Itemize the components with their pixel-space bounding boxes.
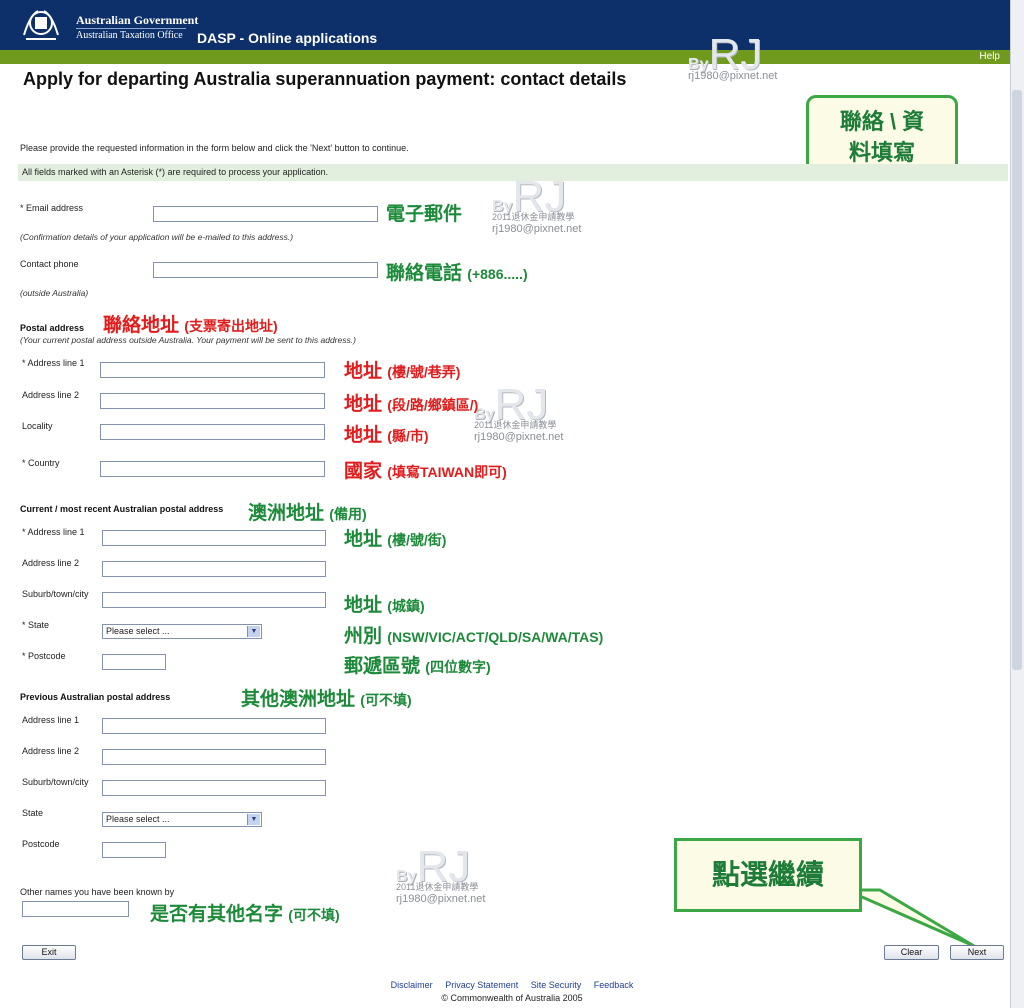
au-line1-field[interactable]	[102, 530, 326, 546]
coat-of-arms-icon	[23, 10, 59, 40]
intro-text: Please provide the requested information…	[20, 143, 409, 153]
locality-field[interactable]	[100, 424, 325, 440]
chevron-down-icon[interactable]: ▼	[247, 626, 260, 637]
au-suburb-label: Suburb/town/city	[22, 589, 89, 599]
prev-suburb-label: Suburb/town/city	[22, 777, 89, 787]
annotation-country: 國家 (填寫TAIWAN即可)	[344, 461, 507, 482]
page-title: Apply for departing Australia superannua…	[23, 69, 627, 89]
feedback-link[interactable]: Feedback	[594, 980, 634, 990]
annotation-previous-au: 其他澳洲地址 (可不填)	[241, 689, 412, 710]
privacy-link[interactable]: Privacy Statement	[445, 980, 518, 990]
au-state-select[interactable]: Please select ... ▼	[102, 624, 262, 639]
au-line2-label: Address line 2	[22, 558, 80, 568]
chevron-down-icon[interactable]: ▼	[247, 814, 260, 825]
prev-line1-label: Address line 1	[22, 715, 80, 725]
prev-state-label: State	[22, 808, 44, 818]
watermark: ByRJ 2011退休金申請教學 rj1980@pixnet.net	[474, 380, 564, 443]
postal-line1-field[interactable]	[100, 362, 325, 378]
annotation-other-names: 是否有其他名字 (可不填)	[150, 904, 340, 925]
clear-button[interactable]: Clear	[884, 945, 939, 960]
watermark: ByRJ rj1980@pixnet.net	[688, 30, 778, 82]
locality-label: Locality	[22, 421, 53, 431]
copyright: © Commonwealth of Australia 2005	[441, 993, 583, 1003]
postal-line2-label: Address line 2	[22, 390, 80, 400]
current-au-section-title: Current / most recent Australian postal …	[20, 504, 224, 514]
country-label: * Country	[22, 458, 60, 468]
au-state-label: * State	[22, 620, 50, 630]
app-title: DASP - Online applications	[197, 30, 378, 46]
annotation-postcode: 郵遞區號 (四位數字)	[344, 656, 491, 677]
annotation-state: 州別 (NSW/VIC/ACT/QLD/SA/WA/TAS)	[344, 626, 604, 647]
annotation-postal: 聯絡地址 (支票寄出地址)	[103, 315, 278, 336]
postal-note: (Your current postal address outside Aus…	[20, 335, 356, 345]
header-divider	[76, 28, 186, 29]
callout-next: 點選繼續	[674, 838, 862, 912]
other-names-field[interactable]	[22, 901, 129, 917]
postal-line1-label: * Address line 1	[22, 358, 85, 368]
footer-links: Disclaimer Privacy Statement Site Securi…	[0, 980, 1024, 990]
phone-label: Contact phone	[20, 259, 79, 269]
annotation-current-au: 澳洲地址 (備用)	[248, 503, 367, 524]
previous-au-section-title: Previous Australian postal address	[20, 692, 171, 702]
phone-field[interactable]	[153, 262, 378, 278]
phone-note: (outside Australia)	[20, 288, 89, 298]
prev-suburb-field[interactable]	[102, 780, 326, 796]
au-postcode-label: * Postcode	[22, 651, 66, 661]
au-line2-field[interactable]	[102, 561, 326, 577]
annotation-postal-line1: 地址 (樓/號/巷弄)	[344, 361, 461, 382]
prev-postcode-label: Postcode	[22, 839, 60, 849]
au-postcode-field[interactable]	[102, 654, 166, 670]
prev-line1-field[interactable]	[102, 718, 326, 734]
watermark: ByRJ 2011退休金申請教學 rj1980@pixnet.net	[396, 842, 486, 905]
country-field[interactable]	[100, 461, 325, 477]
gov-name: Australian Government	[76, 13, 199, 27]
required-notice: All fields marked with an Asterisk (*) a…	[18, 164, 1008, 181]
annotation-au-line1: 地址 (樓/號/街)	[344, 529, 447, 550]
annotation-email: 電子郵件	[386, 204, 463, 225]
watermark: ByRJ 2011退休金申請教學 rj1980@pixnet.net	[492, 172, 582, 235]
au-line1-label: * Address line 1	[22, 527, 85, 537]
postal-line2-field[interactable]	[100, 393, 325, 409]
prev-postcode-field[interactable]	[102, 842, 166, 858]
postal-section-title: Postal address	[20, 323, 85, 333]
nav-bar	[0, 50, 1010, 64]
email-label: * Email address	[20, 203, 84, 213]
disclaimer-link[interactable]: Disclaimer	[391, 980, 433, 990]
email-field[interactable]	[153, 206, 378, 222]
scrollbar-thumb[interactable]	[1012, 90, 1022, 670]
prev-line2-field[interactable]	[102, 749, 326, 765]
next-button[interactable]: Next	[950, 945, 1004, 960]
prev-state-select[interactable]: Please select ... ▼	[102, 812, 262, 827]
help-link[interactable]: Help	[979, 51, 1000, 62]
other-names-label: Other names you have been known by	[20, 887, 175, 897]
email-note: (Confirmation details of your applicatio…	[20, 232, 294, 242]
annotation-locality: 地址 (縣/市)	[344, 425, 429, 446]
annotation-phone: 聯絡電話 (+886.....)	[386, 263, 528, 284]
prev-line2-label: Address line 2	[22, 746, 80, 756]
agency-name: Australian Taxation Office	[76, 30, 183, 41]
annotation-suburb: 地址 (城鎮)	[344, 595, 425, 616]
au-suburb-field[interactable]	[102, 592, 326, 608]
annotation-postal-line2: 地址 (段/路/鄉鎮區/)	[344, 394, 479, 415]
exit-button[interactable]: Exit	[22, 945, 76, 960]
security-link[interactable]: Site Security	[531, 980, 582, 990]
